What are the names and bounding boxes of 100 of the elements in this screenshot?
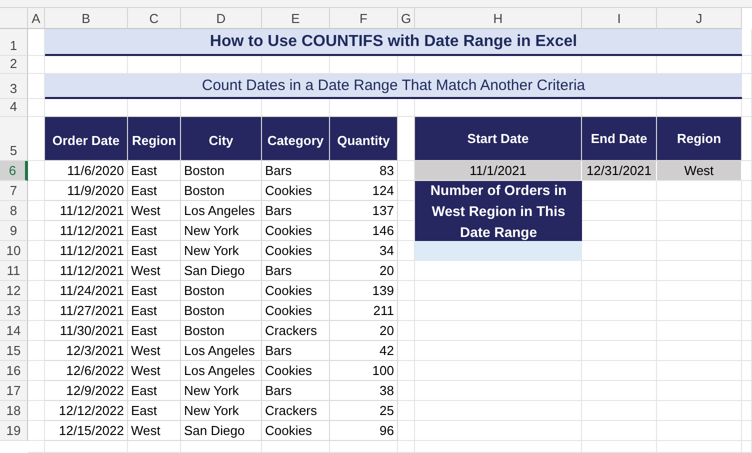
table-header: City bbox=[180, 116, 262, 161]
column-header[interactable]: E bbox=[262, 8, 330, 29]
row-header[interactable]: 6 bbox=[0, 161, 28, 181]
column-header[interactable]: B bbox=[45, 8, 128, 29]
table-cell: 137 bbox=[330, 201, 398, 221]
table-cell: West bbox=[128, 361, 181, 381]
table-cell: 12/15/2022 bbox=[45, 421, 128, 441]
result-cell[interactable] bbox=[415, 241, 582, 261]
column-header[interactable]: J bbox=[657, 8, 742, 29]
table-cell: East bbox=[128, 241, 181, 261]
table-cell: East bbox=[128, 161, 181, 181]
table-cell: 11/12/2021 bbox=[45, 261, 128, 281]
table-cell: Bars bbox=[262, 341, 330, 361]
table-cell: New York bbox=[181, 221, 262, 241]
table-cell: East bbox=[128, 381, 181, 401]
row-header[interactable]: 9 bbox=[0, 221, 28, 241]
table-cell: 20 bbox=[330, 321, 398, 341]
table-cell: New York bbox=[181, 381, 262, 401]
row-header[interactable]: 5 bbox=[0, 117, 28, 161]
table-cell: Boston bbox=[181, 181, 262, 201]
table-cell: New York bbox=[181, 241, 262, 261]
table-cell: 100 bbox=[330, 361, 398, 381]
table-cell: 20 bbox=[330, 261, 398, 281]
table-cell: Bars bbox=[262, 381, 330, 401]
table-cell: Cookies bbox=[262, 301, 330, 321]
table-cell: East bbox=[128, 401, 181, 421]
row-header[interactable]: 17 bbox=[0, 381, 28, 401]
table-cell: 124 bbox=[330, 181, 398, 201]
table-cell: Bars bbox=[262, 201, 330, 221]
row-header[interactable]: 1 bbox=[0, 29, 28, 56]
table-cell: 11/9/2020 bbox=[45, 181, 128, 201]
row-header[interactable]: 2 bbox=[0, 56, 28, 74]
row-header[interactable]: 8 bbox=[0, 201, 28, 221]
column-header[interactable]: I bbox=[582, 8, 657, 29]
column-header[interactable]: G bbox=[398, 8, 415, 29]
criteria-cell: West bbox=[657, 161, 742, 181]
column-header[interactable]: F bbox=[330, 8, 398, 29]
row-header[interactable]: 3 bbox=[0, 74, 28, 99]
criteria-header: End Date bbox=[581, 116, 657, 161]
table-cell: Crackers bbox=[262, 401, 330, 421]
table-cell: East bbox=[128, 321, 181, 341]
table-cell: New York bbox=[181, 401, 262, 421]
table-cell: East bbox=[128, 281, 181, 301]
row-header[interactable]: 19 bbox=[0, 421, 28, 441]
table-cell: Bars bbox=[262, 261, 330, 281]
table-cell: East bbox=[128, 301, 181, 321]
column-header[interactable]: H bbox=[415, 8, 582, 29]
column-header[interactable]: A bbox=[28, 8, 45, 29]
table-cell: 211 bbox=[330, 301, 398, 321]
table-cell: 11/30/2021 bbox=[45, 321, 128, 341]
table-cell: 38 bbox=[330, 381, 398, 401]
table-cell: East bbox=[128, 181, 181, 201]
table-cell: 34 bbox=[330, 241, 398, 261]
table-cell: West bbox=[128, 341, 181, 361]
row-header[interactable]: 11 bbox=[0, 261, 28, 281]
table-cell: Los Angeles bbox=[181, 361, 262, 381]
table-cell: 11/12/2021 bbox=[45, 221, 128, 241]
criteria-cell: 11/1/2021 bbox=[415, 161, 582, 181]
row-header[interactable]: 10 bbox=[0, 241, 28, 261]
result-header: Number of Orders in West Region in This Date Range bbox=[415, 181, 582, 241]
row-header[interactable]: 7 bbox=[0, 181, 28, 201]
table-cell: 96 bbox=[330, 421, 398, 441]
table-cell: 12/3/2021 bbox=[45, 341, 128, 361]
table-header: Region bbox=[127, 116, 181, 161]
table-cell: 139 bbox=[330, 281, 398, 301]
criteria-header: Start Date bbox=[414, 116, 582, 161]
table-cell: Cookies bbox=[262, 421, 330, 441]
table-cell: Cookies bbox=[262, 281, 330, 301]
table-cell: San Diego bbox=[181, 421, 262, 441]
column-header[interactable]: C bbox=[128, 8, 181, 29]
select-all-corner[interactable] bbox=[0, 8, 28, 29]
table-header: Order Date bbox=[44, 116, 128, 161]
row-header[interactable]: 14 bbox=[0, 321, 28, 341]
table-cell: 146 bbox=[330, 221, 398, 241]
row-header[interactable]: 12 bbox=[0, 281, 28, 301]
row-header[interactable]: 18 bbox=[0, 401, 28, 421]
table-cell: 11/12/2021 bbox=[45, 201, 128, 221]
table-cell: Boston bbox=[181, 321, 262, 341]
row-header[interactable]: 16 bbox=[0, 361, 28, 381]
table-cell: Cookies bbox=[262, 181, 330, 201]
sheet-subtitle: Count Dates in a Date Range That Match Another Criteria bbox=[45, 74, 742, 99]
table-cell: Cookies bbox=[262, 221, 330, 241]
table-cell: 25 bbox=[330, 401, 398, 421]
row-header[interactable]: 13 bbox=[0, 301, 28, 321]
table-cell: West bbox=[128, 201, 181, 221]
table-cell: 83 bbox=[330, 161, 398, 181]
table-cell: Crackers bbox=[262, 321, 330, 341]
table-header: Quantity bbox=[329, 116, 398, 161]
table-cell: Cookies bbox=[262, 361, 330, 381]
table-cell: 11/24/2021 bbox=[45, 281, 128, 301]
row-header[interactable]: 4 bbox=[0, 99, 28, 117]
table-cell: 42 bbox=[330, 341, 398, 361]
table-cell: Boston bbox=[181, 161, 262, 181]
column-header[interactable]: D bbox=[181, 8, 262, 29]
sheet-title: How to Use COUNTIFS with Date Range in Excel bbox=[45, 29, 742, 56]
table-cell: West bbox=[128, 421, 181, 441]
table-cell: Bars bbox=[262, 161, 330, 181]
row-header[interactable]: 15 bbox=[0, 341, 28, 361]
table-cell: West bbox=[128, 261, 181, 281]
table-cell: Boston bbox=[181, 281, 262, 301]
